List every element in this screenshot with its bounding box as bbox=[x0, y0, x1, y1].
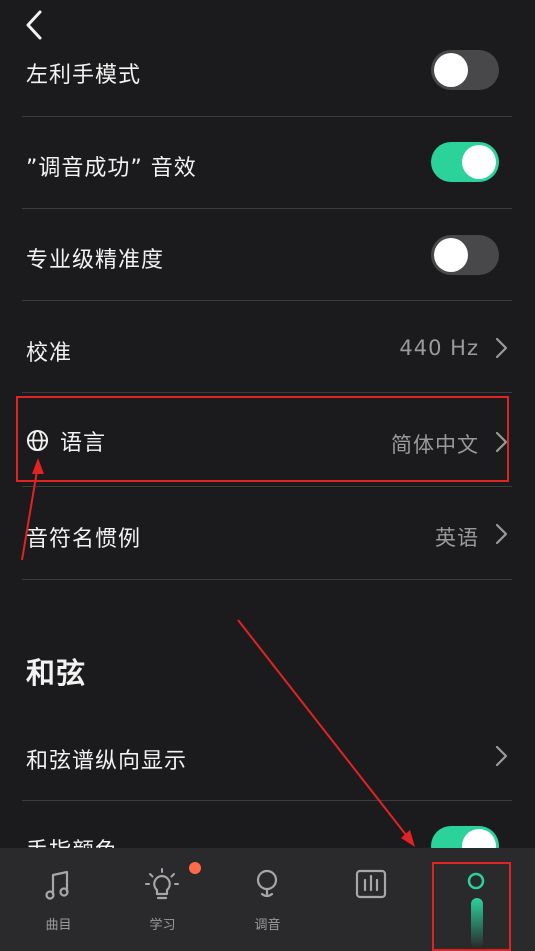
chevron-right-icon bbox=[495, 337, 508, 359]
lefty-mode-label: 左利手模式 bbox=[26, 63, 142, 88]
lefty-mode-row: 左利手模式 bbox=[0, 24, 535, 116]
note-naming-row[interactable]: 音符名惯例 英语 bbox=[0, 486, 535, 578]
tune-success-sound-label: ”调音成功” 音效 bbox=[26, 156, 197, 181]
tune-success-sound-row: ”调音成功” 音效 bbox=[0, 116, 535, 208]
soundwave-icon bbox=[355, 869, 387, 899]
tuner-icon bbox=[256, 869, 278, 898]
profile-tab-highlight-box bbox=[432, 862, 511, 951]
pro-precision-label: 专业级精准度 bbox=[26, 248, 165, 273]
lightbulb-icon bbox=[145, 868, 179, 900]
vertical-chart-row[interactable]: 和弦谱纵向显示 bbox=[0, 710, 535, 802]
lefty-mode-toggle[interactable] bbox=[431, 50, 499, 90]
tab-label: 学习 bbox=[149, 918, 176, 933]
calibration-label: 校准 bbox=[26, 341, 73, 366]
pro-precision-toggle[interactable] bbox=[431, 235, 499, 275]
toggle-knob bbox=[462, 145, 496, 179]
pro-precision-row: 专业级精准度 bbox=[0, 208, 535, 300]
tab-songs[interactable]: 曲目 bbox=[5, 848, 112, 951]
tab-label: 调音 bbox=[254, 918, 281, 933]
music-note-icon bbox=[45, 870, 69, 900]
tune-success-sound-toggle[interactable] bbox=[431, 142, 499, 182]
calibration-value: 440 Hz bbox=[399, 336, 479, 360]
divider bbox=[22, 392, 512, 393]
toggle-knob bbox=[434, 53, 468, 87]
chords-section-title: 和弦 bbox=[26, 656, 87, 690]
chevron-right-icon bbox=[495, 523, 508, 545]
tab-tuner[interactable]: 调音 bbox=[214, 848, 321, 951]
tab-label: 曲目 bbox=[45, 918, 72, 933]
calibration-row[interactable]: 校准 440 Hz bbox=[0, 300, 535, 392]
toggle-knob bbox=[434, 238, 468, 272]
tab-learn[interactable]: 学习 bbox=[109, 848, 216, 951]
tab-soundwave[interactable] bbox=[318, 848, 425, 951]
notification-badge bbox=[189, 862, 201, 874]
vertical-chart-label: 和弦谱纵向显示 bbox=[26, 749, 188, 774]
chevron-right-icon bbox=[495, 745, 508, 767]
note-naming-value: 英语 bbox=[435, 526, 479, 550]
divider bbox=[22, 579, 512, 580]
note-naming-label: 音符名惯例 bbox=[26, 527, 142, 552]
language-highlight-box bbox=[16, 396, 509, 482]
